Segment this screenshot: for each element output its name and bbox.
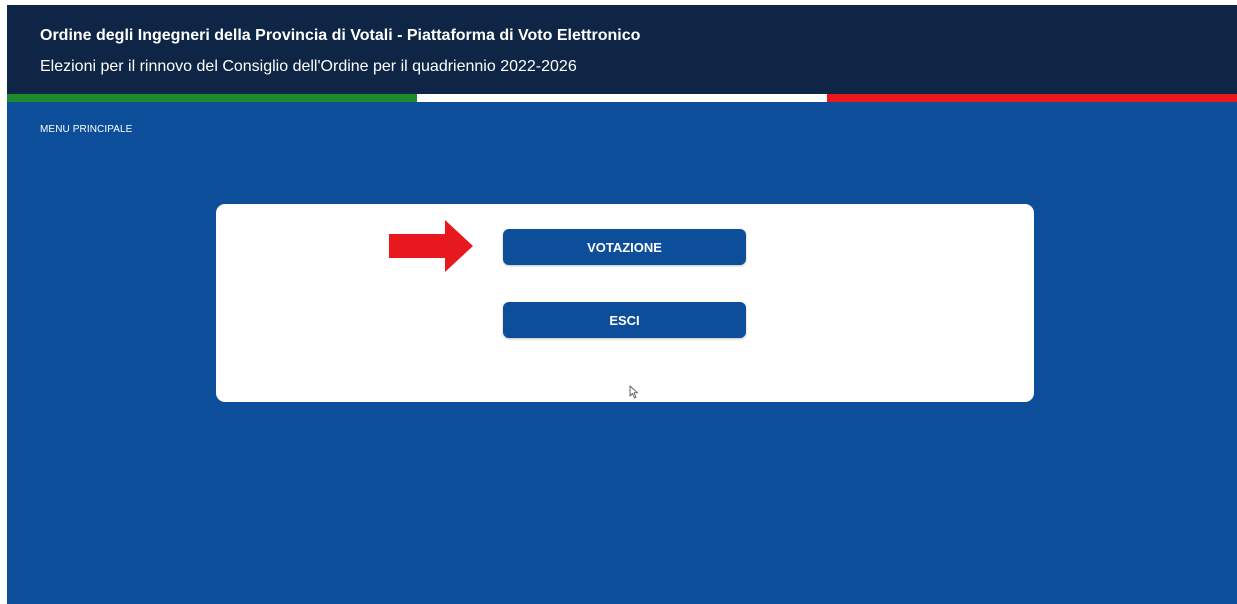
flag-green-band [7, 94, 417, 102]
flag-red-band [827, 94, 1237, 102]
exit-button[interactable]: ESCI [503, 302, 746, 338]
page-header: Ordine degli Ingegneri della Provincia d… [7, 5, 1237, 94]
page-subtitle: Elezioni per il rinnovo del Consiglio de… [40, 58, 577, 75]
main-menu-label: MENU PRINCIPALE [40, 124, 133, 135]
right-arrow-icon [389, 220, 473, 272]
vote-button[interactable]: VOTAZIONE [503, 229, 746, 265]
page-title: Ordine degli Ingegneri della Provincia d… [40, 27, 641, 44]
italian-flag-stripe [7, 94, 1237, 102]
menu-card: VOTAZIONE ESCI [216, 204, 1034, 402]
app-frame: Ordine degli Ingegneri della Provincia d… [7, 5, 1237, 604]
mouse-cursor-icon [629, 385, 638, 399]
flag-white-band [417, 94, 827, 102]
